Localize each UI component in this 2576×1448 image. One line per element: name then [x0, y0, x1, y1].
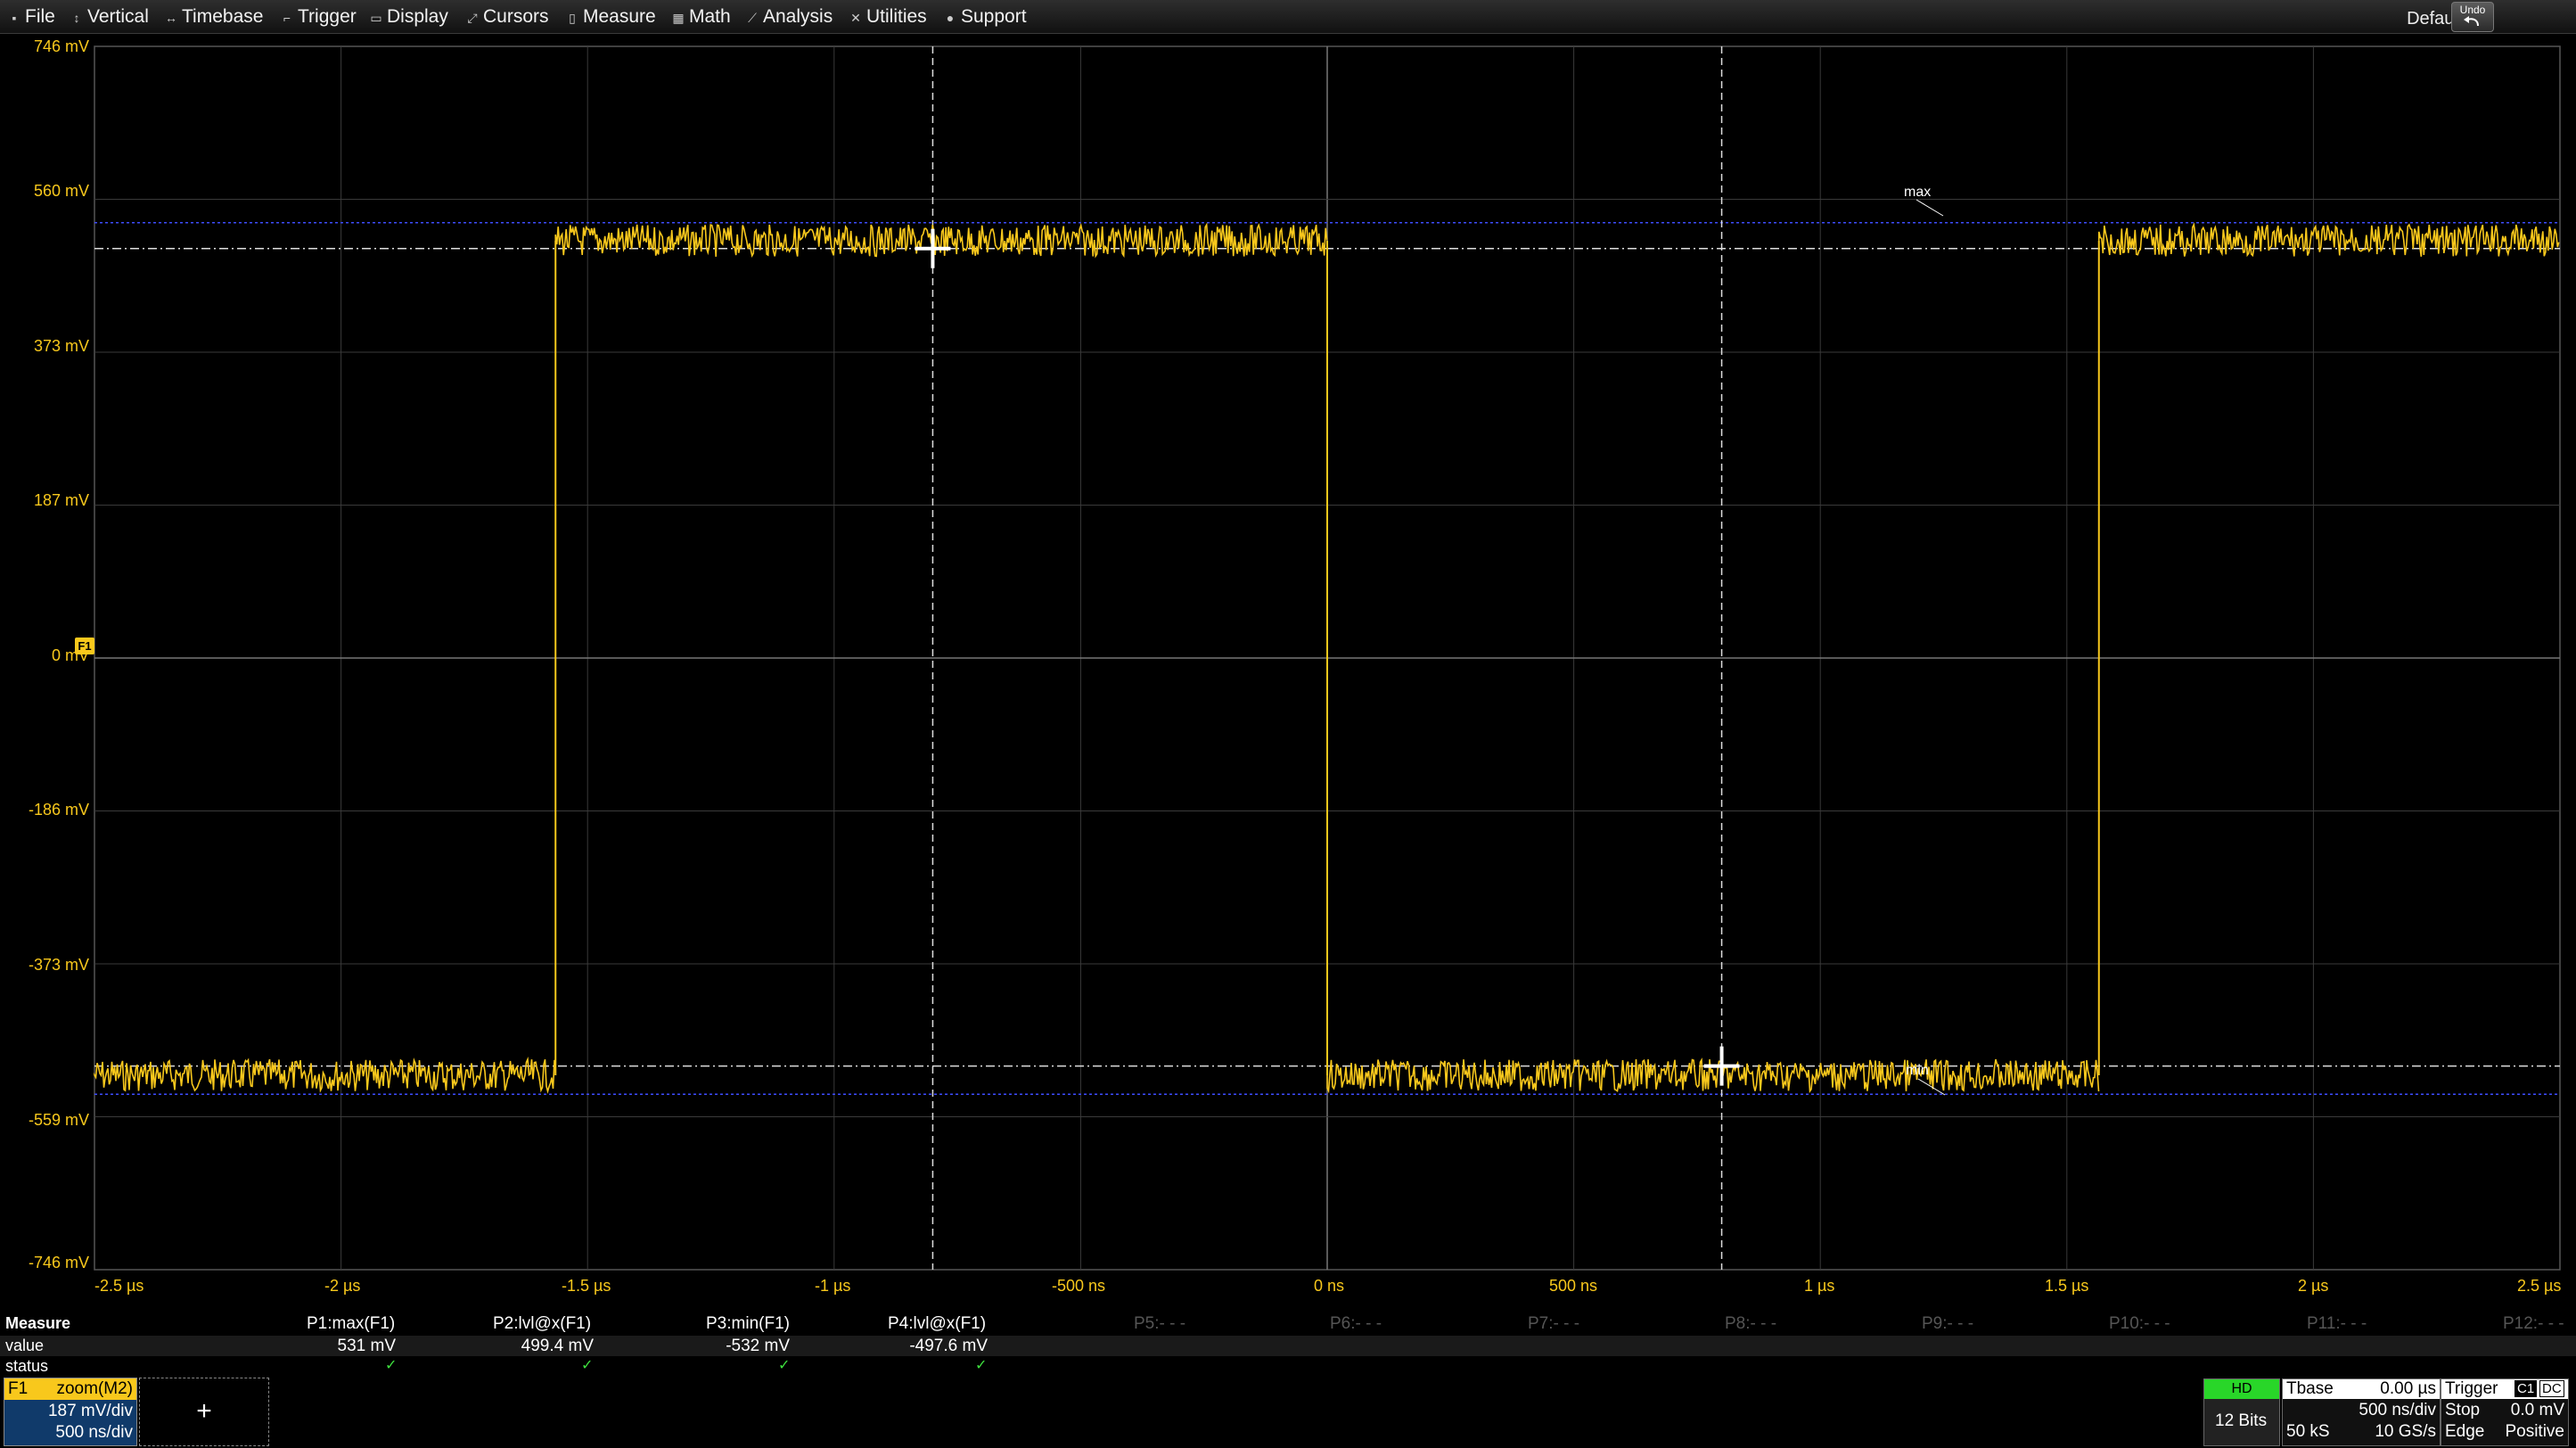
tbase-tdiv: 500 ns/div	[2359, 1401, 2436, 1419]
f1-descriptor[interactable]: F1 zoom(M2) 187 mV/div 500 ns/div	[4, 1378, 137, 1446]
sample-count: 50 kS	[2286, 1422, 2330, 1441]
tbase-value: 0.00 µs	[2380, 1379, 2436, 1398]
trigger-label: Trigger	[2445, 1379, 2498, 1398]
x-tick-label: 1 µs	[1804, 1277, 1835, 1295]
param-p11[interactable]: P11:- - -	[2307, 1314, 2367, 1334]
trigger-type: Edge	[2445, 1422, 2485, 1441]
menu-display[interactable]: ▭ Display	[369, 0, 447, 33]
trigger-box[interactable]: Trigger C1 DC Stop 0.0 mV Edge Positive	[2441, 1378, 2569, 1446]
param-p7[interactable]: P7:- - -	[1528, 1314, 1579, 1334]
trigger-channel: C1	[2514, 1380, 2538, 1397]
f1-vdiv: 187 mV/div	[47, 1402, 133, 1420]
menu-support[interactable]: ● Support	[943, 0, 1027, 33]
x-tick-label: -1.5 µs	[562, 1277, 611, 1295]
param-p6[interactable]: P6:- - -	[1330, 1314, 1382, 1334]
trigger-level: 0.0 mV	[2510, 1401, 2564, 1419]
y-tick-label: -186 mV	[28, 801, 89, 819]
y-tick-label: 373 mV	[33, 337, 89, 355]
math-icon: ▦	[672, 11, 685, 25]
x-tick-label: -2.5 µs	[94, 1277, 144, 1295]
param-p2[interactable]: P2:lvl@x(F1)	[493, 1314, 591, 1334]
undo-label: Undo	[2459, 4, 2486, 16]
x-tick-label: -500 ns	[1052, 1277, 1106, 1295]
x-tick-label: -1 µs	[815, 1277, 851, 1295]
x-tick-label: -2 µs	[324, 1277, 361, 1295]
bits-label: 12 Bits	[2215, 1411, 2268, 1430]
display-icon: ▭	[370, 11, 382, 25]
param-p4-value: -497.6 mV	[909, 1337, 988, 1355]
param-p1[interactable]: P1:max(F1)	[307, 1314, 395, 1334]
menu-cursors[interactable]: ⤢ Cursors	[465, 0, 548, 33]
hd-badge: HD	[2204, 1379, 2279, 1399]
menu-measure[interactable]: ▯ Measure	[565, 0, 656, 33]
vertical-icon: ↕	[73, 11, 80, 25]
menu-trigger[interactable]: ⌐ Trigger	[280, 0, 357, 33]
menu-bar: ▪ File ↕ Vertical ↔ Timebase ⌐ Trigger ▭ Disp…	[0, 0, 2576, 34]
param-p3[interactable]: P3:min(F1)	[706, 1314, 790, 1334]
menu-file[interactable]: ▪ File	[7, 0, 55, 33]
param-p9[interactable]: P9:- - -	[1922, 1314, 1973, 1334]
trigger-mode: Stop	[2445, 1401, 2481, 1419]
f1-name: F1	[8, 1379, 29, 1398]
y-tick-label: 560 mV	[33, 182, 89, 200]
param-p3-value: -532 mV	[726, 1337, 790, 1355]
param-p1-status-icon: ✓	[385, 1358, 398, 1373]
timebase-icon: ↔	[165, 11, 177, 25]
measure-status-label: status	[5, 1357, 49, 1375]
f1-source: zoom(M2)	[56, 1379, 133, 1398]
x-tick-label: 0 ns	[1314, 1277, 1345, 1295]
y-tick-label: 187 mV	[33, 491, 89, 509]
file-icon: ▪	[12, 11, 17, 25]
menu-math[interactable]: ▦ Math	[671, 0, 730, 33]
support-icon: ●	[946, 11, 955, 25]
add-icon: +	[196, 1396, 212, 1426]
max-label: max	[1904, 185, 1931, 200]
utilities-icon: ✕	[850, 11, 861, 25]
measure-value-label: value	[5, 1337, 45, 1354]
acquisition-box[interactable]: HD 12 Bits	[2203, 1378, 2280, 1446]
tbase-label: Tbase	[2286, 1379, 2334, 1398]
f1-tdiv: 500 ns/div	[55, 1423, 133, 1442]
undo-button[interactable]: Undo	[2451, 2, 2494, 32]
x-tick-label: 2.5 µs	[2517, 1277, 2562, 1295]
param-p2-value: 499.4 mV	[521, 1337, 594, 1355]
param-p12[interactable]: P12:- - -	[2503, 1314, 2564, 1334]
x-tick-label: 2 µs	[2298, 1277, 2329, 1295]
y-tick-label: -559 mV	[28, 1111, 89, 1129]
param-p4-status-icon: ✓	[975, 1358, 988, 1373]
trigger-coupling: DC	[2539, 1380, 2564, 1397]
x-tick-label: 500 ns	[1549, 1277, 1598, 1295]
scope-grid[interactable]: max min	[0, 34, 2576, 1318]
param-p1-value: 531 mV	[337, 1337, 396, 1355]
analysis-icon: ⟋	[748, 11, 757, 25]
param-p10[interactable]: P10:- - -	[2109, 1314, 2170, 1334]
param-p5[interactable]: P5:- - -	[1134, 1314, 1185, 1334]
sample-rate: 10 GS/s	[2375, 1422, 2436, 1441]
trigger-icon: ⌐	[283, 11, 291, 25]
timebase-box[interactable]: Tbase 0.00 µs 500 ns/div 50 kS 10 GS/s	[2282, 1378, 2441, 1446]
param-p3-status-icon: ✓	[778, 1358, 791, 1373]
measure-header[interactable]: Measure	[5, 1314, 70, 1333]
param-p4[interactable]: P4:lvl@x(F1)	[888, 1314, 986, 1334]
min-label: min	[1906, 1063, 1929, 1078]
menu-vertical[interactable]: ↕ Vertical	[70, 0, 149, 33]
trigger-slope: Positive	[2505, 1422, 2564, 1441]
y-tick-label: -746 mV	[28, 1254, 89, 1271]
f1-trace-marker[interactable]: F1	[75, 638, 94, 654]
param-p2-status-icon: ✓	[581, 1358, 594, 1373]
measure-icon: ▯	[569, 11, 576, 25]
y-tick-label: -373 mV	[28, 956, 89, 974]
cursors-icon: ⤢	[467, 11, 478, 25]
menu-utilities[interactable]: ✕ Utilities	[849, 0, 927, 33]
menu-analysis[interactable]: ⟋ Analysis	[745, 0, 833, 33]
param-p8[interactable]: P8:- - -	[1725, 1314, 1776, 1334]
add-trace-button[interactable]: +	[139, 1378, 269, 1446]
y-tick-label: 746 mV	[33, 37, 89, 55]
undo-icon	[2464, 16, 2479, 27]
menu-timebase[interactable]: ↔ Timebase	[164, 0, 263, 33]
x-tick-label: 1.5 µs	[2045, 1277, 2089, 1295]
